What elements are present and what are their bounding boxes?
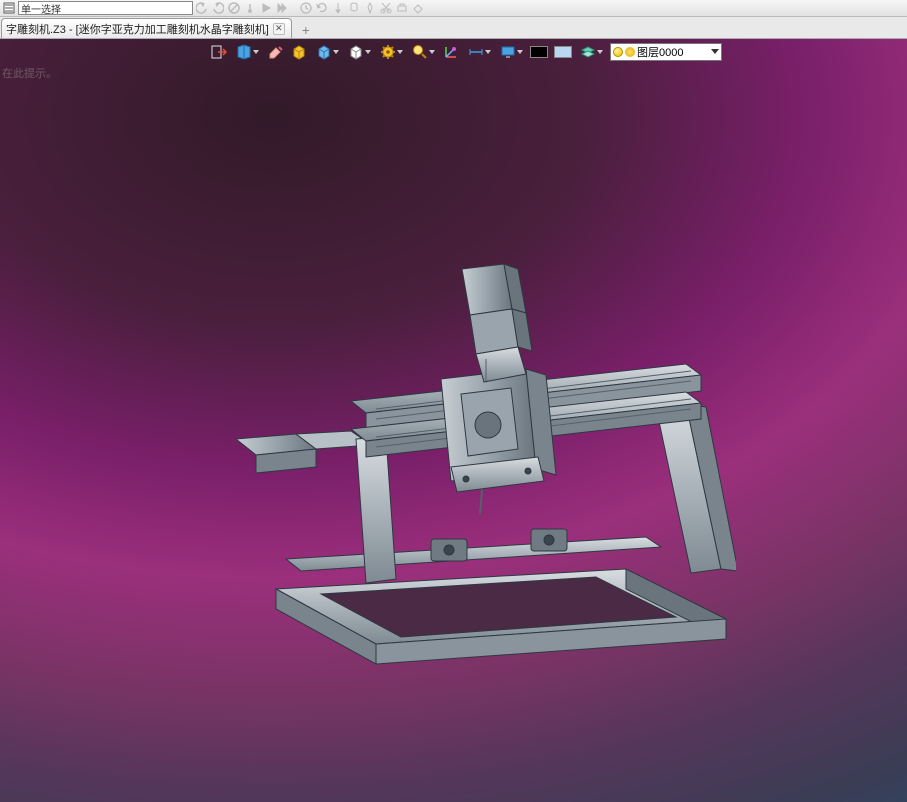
refresh-icon[interactable] xyxy=(315,1,329,15)
axis-x-label: X xyxy=(464,615,470,625)
stop-icon[interactable] xyxy=(227,1,241,15)
document-tab-bar: 字雕刻机.Z3 - [迷你字亚克力加工雕刻机水晶字雕刻机] ✕ + xyxy=(0,17,907,39)
selection-mode-dropdown[interactable]: 单一选择 xyxy=(18,1,193,15)
color-swatch-black[interactable] xyxy=(530,46,548,58)
eraser-icon[interactable] xyxy=(266,43,284,61)
lamp-on-icon xyxy=(613,47,623,57)
document-tab-active[interactable]: 字雕刻机.Z3 - [迷你字亚克力加工雕刻机水晶字雕刻机] ✕ xyxy=(1,18,292,38)
redo-icon[interactable] xyxy=(211,1,225,15)
3d-viewport[interactable]: 图层0000 在此提示。 X xyxy=(0,39,907,802)
selection-mode-value: 单一选择 xyxy=(21,1,61,16)
layer-stack-dropdown-icon[interactable] xyxy=(578,43,604,61)
document-tab-title: 字雕刻机.Z3 - [迷你字亚克力加工雕刻机水晶字雕刻机] xyxy=(6,21,269,37)
axes-toggle-icon[interactable] xyxy=(442,43,460,61)
tool1-icon[interactable] xyxy=(395,1,409,15)
book-dropdown-icon[interactable] xyxy=(234,43,260,61)
box-yellow-icon[interactable] xyxy=(290,43,308,61)
view-utility-toolbar: 图层0000 xyxy=(210,42,770,62)
pin3-icon[interactable] xyxy=(363,1,377,15)
box-outline-dropdown-icon[interactable] xyxy=(346,43,372,61)
work-area: 图层0000 在此提示。 X xyxy=(0,39,907,802)
sun-icon xyxy=(625,47,635,57)
cnc-model-render xyxy=(226,239,736,669)
chevron-down-icon xyxy=(711,49,719,55)
tab-add-button[interactable]: + xyxy=(298,22,314,38)
cut-icon[interactable] xyxy=(379,1,393,15)
top-toolbar: 单一选择 xyxy=(0,0,907,17)
layer-selector-value: 图层0000 xyxy=(637,44,683,60)
pin2-icon[interactable] xyxy=(347,1,361,15)
gear-dropdown-icon[interactable] xyxy=(378,43,404,61)
layer-selector[interactable]: 图层0000 xyxy=(610,43,722,61)
list-icon[interactable] xyxy=(2,1,16,15)
exit-icon[interactable] xyxy=(210,43,228,61)
clock-icon[interactable] xyxy=(299,1,313,15)
dot-icon[interactable] xyxy=(243,1,257,15)
tab-close-button[interactable]: ✕ xyxy=(273,23,285,35)
monitor-dropdown-icon[interactable] xyxy=(498,43,524,61)
box-blue-dropdown-icon[interactable] xyxy=(314,43,340,61)
dimension-dropdown-icon[interactable] xyxy=(466,43,492,61)
viewport-hint-text: 在此提示。 xyxy=(2,65,57,81)
color-swatch-lightblue[interactable] xyxy=(554,46,572,58)
zoom-dropdown-icon[interactable] xyxy=(410,43,436,61)
tool2-icon[interactable] xyxy=(411,1,425,15)
pin1-icon[interactable] xyxy=(331,1,345,15)
play-icon[interactable] xyxy=(259,1,273,15)
undo-icon[interactable] xyxy=(195,1,209,15)
origin-triad: X xyxy=(386,607,476,643)
fast-forward-icon[interactable] xyxy=(275,1,289,15)
